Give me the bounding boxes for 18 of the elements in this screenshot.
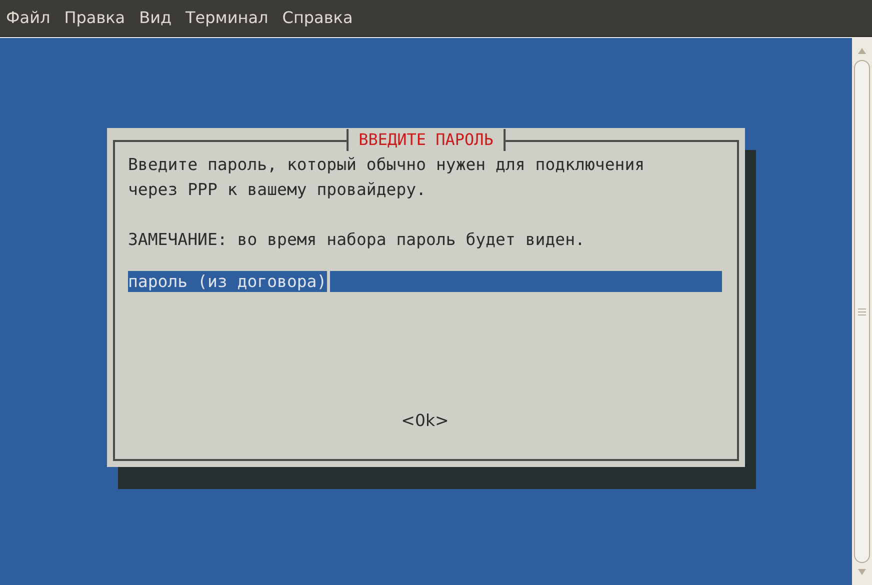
field-value: пароль (из договора) [128,271,327,292]
menu-item[interactable]: Справка [282,6,353,30]
ok-button[interactable]: <0k> [401,410,449,432]
dialog-title: ВВЕДИТЕ ПАРОЛЬ [346,129,506,151]
scrollbar-thumb[interactable] [854,60,870,563]
message-text: через PPP к вашему провайдеру. [128,179,428,201]
scroll-up-icon[interactable] [858,48,866,54]
grip-icon [858,308,866,316]
note-text: ЗАМЕЧАНИЕ: во время набора пароль будет виден. [128,229,586,251]
scrollbar[interactable] [852,37,872,585]
menu-item[interactable]: Правка [64,6,126,30]
message-text: Введите пароль, который обычно нужен для подключения [128,154,646,176]
password-field[interactable]: пароль (из договора) [128,271,722,292]
menu-item[interactable]: Вид [139,6,172,30]
text-cursor [326,271,330,292]
menu-item[interactable]: Файл [6,6,50,30]
scroll-down-icon[interactable] [858,569,866,575]
menu-item[interactable]: Терминал [186,6,268,30]
